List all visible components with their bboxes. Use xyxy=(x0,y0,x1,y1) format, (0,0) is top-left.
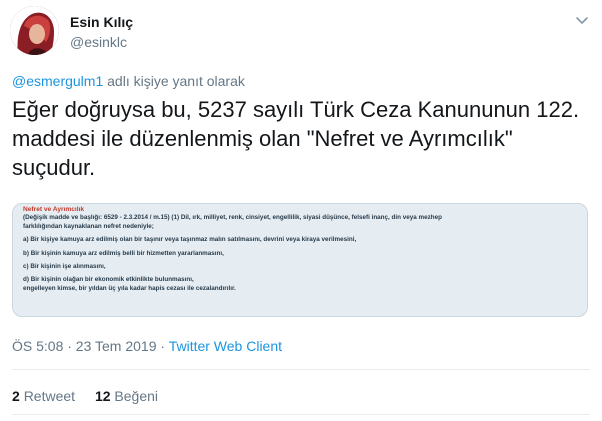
media-line: engelleyen kimse, bir yıldan üç yıla kad… xyxy=(23,284,236,292)
like-label: Beğeni xyxy=(114,388,158,404)
retweet-stat[interactable]: 2 Retweet xyxy=(12,388,75,404)
media-line: d) Bir kişinin olağan bir ekonomik etkin… xyxy=(23,276,194,284)
divider xyxy=(12,414,590,415)
divider xyxy=(12,369,590,370)
retweet-count: 2 xyxy=(12,388,20,404)
media-title: Nefret ve Ayrımcılık xyxy=(23,206,85,213)
tweet-media-image[interactable]: Nefret ve Ayrımcılık (Değişik madde ve b… xyxy=(12,203,588,317)
timestamp[interactable]: ÖS 5:08 · 23 Tem 2019 · xyxy=(12,338,169,354)
avatar[interactable] xyxy=(10,6,59,55)
client-link[interactable]: Twitter Web Client xyxy=(169,338,282,354)
tweet-stats: 2 Retweet 12 Beğeni xyxy=(12,388,174,404)
chevron-down-icon[interactable] xyxy=(574,12,590,28)
author-name[interactable]: Esin Kılıç xyxy=(70,14,133,30)
media-line: c) Bir kişinin işe alınmasını, xyxy=(23,263,106,271)
media-line: a) Bir kişiye kamuya arz edilmiş olan bi… xyxy=(23,236,357,244)
reply-context: @esmergulm1 adlı kişiye yanıt olarak xyxy=(12,73,245,89)
tweet-text: Eğer doğruysa bu, 5237 sayılı Türk Ceza … xyxy=(12,97,580,180)
tweet: Esin Kılıç @esinklc @esmergulm1 adlı kiş… xyxy=(0,0,602,421)
retweet-label: Retweet xyxy=(23,388,76,404)
media-line: b) Bir kişinin kamuya arz edilmiş belli … xyxy=(23,249,224,257)
reply-suffix: adlı kişiye yanıt olarak xyxy=(103,73,245,89)
like-count: 12 xyxy=(94,388,111,404)
tweet-metadata: ÖS 5:08 · 23 Tem 2019 · Twitter Web Clie… xyxy=(12,338,282,354)
author-handle[interactable]: @esinklc xyxy=(70,34,127,50)
like-stat[interactable]: 12 Beğeni xyxy=(95,388,158,404)
media-line: farklılığından kaynaklanan nefret nedeni… xyxy=(23,222,154,230)
reply-mention-link[interactable]: @esmergulm1 xyxy=(12,73,103,89)
media-line: (Değişik madde ve başlığı: 6529 - 2.3.20… xyxy=(23,214,442,222)
